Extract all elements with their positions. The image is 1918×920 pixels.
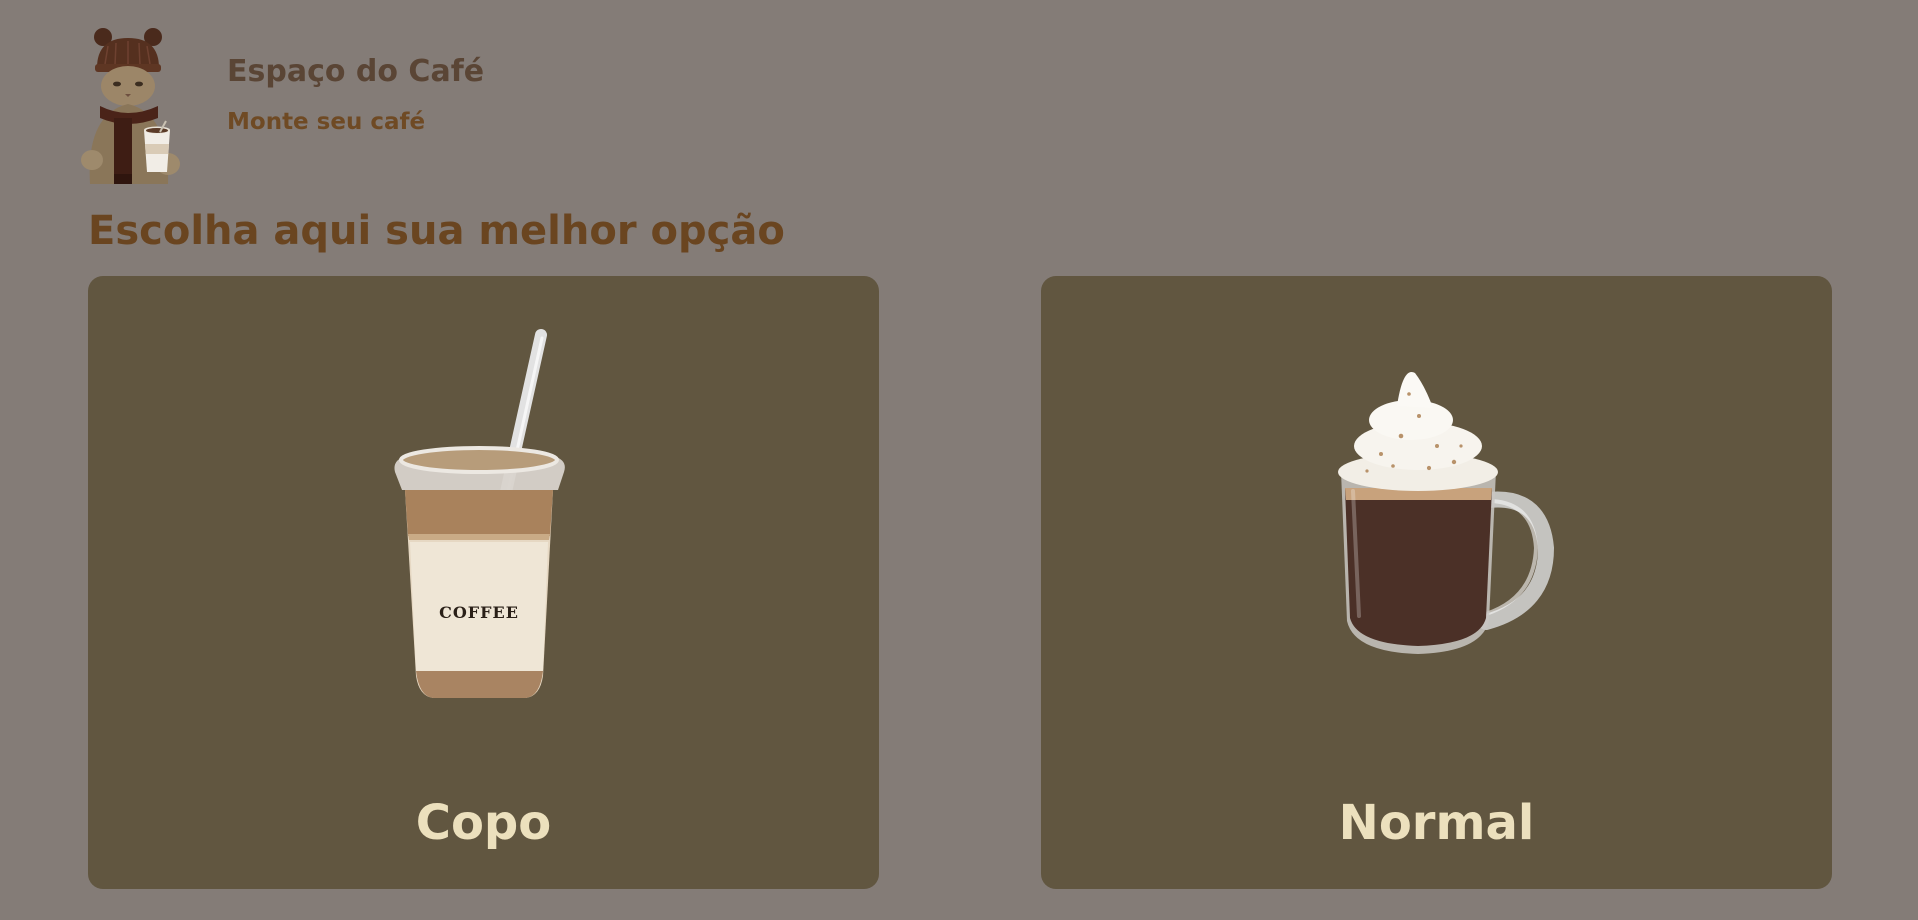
brand-title: Espaço do Café <box>227 54 485 89</box>
brand-subtitle: Monte seu café <box>227 109 426 135</box>
hot-chocolate-mug-icon <box>1338 371 1555 654</box>
iced-coffee-cup-icon: COFFEE <box>394 329 565 698</box>
option-label-normal: Normal <box>1338 795 1535 851</box>
site-header: Espaço do Café Monte seu café <box>70 24 670 204</box>
option-label-copo: Copo <box>415 795 552 851</box>
cat-logo-icon <box>81 28 180 184</box>
page: Espaço do Café Monte seu café Escolha aq… <box>0 0 1918 920</box>
option-card-normal[interactable]: Normal <box>1041 276 1832 889</box>
option-card-copo[interactable]: COFFEE Copo <box>88 276 879 889</box>
cup-print-text: COFFEE <box>439 603 519 622</box>
section-title: Escolha aqui sua melhor opção <box>88 208 785 254</box>
